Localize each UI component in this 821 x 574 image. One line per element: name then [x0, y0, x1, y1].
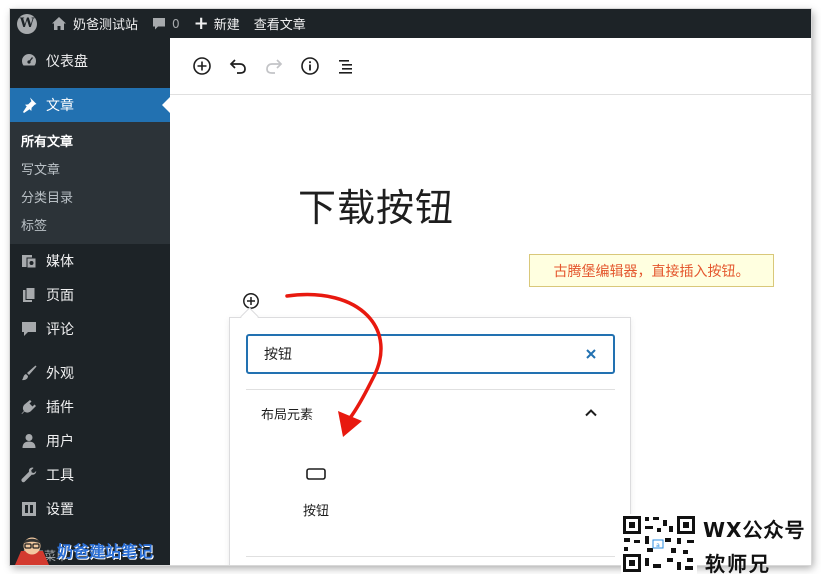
sidebar-item-label: 文章: [46, 98, 74, 114]
sidebar-item-dashboard[interactable]: 仪表盘: [10, 44, 170, 78]
editor-toolbar: [170, 38, 811, 95]
sidebar-item-label: 插件: [46, 400, 74, 416]
wordpress-icon: W: [17, 13, 37, 34]
details-button[interactable]: [292, 48, 328, 84]
view-post-label: 查看文章: [253, 18, 306, 33]
watermark-left: 奶爸建站笔记: [13, 535, 153, 565]
app-window: W 奶爸测试站 0 + 新建 查看文章 仪表盘 文章 所有文章 写文章 分类目录…: [10, 9, 811, 565]
submenu-tags[interactable]: 标签: [10, 210, 170, 238]
comment-bubble-icon: [153, 17, 166, 29]
sidebar-item-comments[interactable]: 评论: [10, 312, 170, 346]
panel-title: 布局元素: [261, 407, 314, 423]
sidebar-item-label: 用户: [46, 434, 74, 450]
info-icon: [301, 57, 319, 75]
post-title[interactable]: 下载按钮: [298, 177, 454, 232]
watermark-right-line2: 软师兄: [705, 552, 771, 574]
sidebar-item-label: 外观: [46, 366, 74, 382]
close-icon: [586, 349, 596, 359]
undo-icon: [229, 59, 246, 74]
add-block-icon: [193, 57, 211, 75]
sidebar-item-label: 仪表盘: [46, 54, 88, 70]
watermark-right-line1: WX公众号: [703, 518, 806, 542]
sidebar-item-appearance[interactable]: 外观: [10, 356, 170, 390]
plus-icon: +: [193, 12, 209, 34]
submenu-all-posts[interactable]: 所有文章: [10, 126, 170, 154]
editor-canvas: 下载按钮 古腾堡编辑器，直接插入按钮。 布局元素: [170, 95, 811, 565]
sidebar-item-label: 设置: [46, 502, 74, 518]
wrench-icon: [19, 465, 39, 485]
redo-button[interactable]: [256, 48, 292, 84]
comment-icon: [19, 319, 39, 339]
block-label: 按钮: [302, 504, 329, 519]
button-block-item[interactable]: 按钮: [268, 448, 364, 526]
admin-sidebar: 仪表盘 文章 所有文章 写文章 分类目录 标签 媒体 页面 评论 外观 插件 用…: [10, 38, 170, 565]
posts-submenu: 所有文章 写文章 分类目录 标签: [10, 122, 170, 244]
view-post-link[interactable]: 查看文章: [247, 9, 313, 38]
sidebar-item-tools[interactable]: 工具: [10, 458, 170, 492]
site-name-link[interactable]: 奶爸测试站: [44, 9, 145, 38]
new-content-link[interactable]: + 新建: [187, 9, 247, 38]
sidebar-item-media[interactable]: 媒体: [10, 244, 170, 278]
sidebar-item-pages[interactable]: 页面: [10, 278, 170, 312]
chevron-up-icon[interactable]: [581, 403, 601, 423]
outline-button[interactable]: [328, 48, 364, 84]
block-search-box: [246, 334, 615, 374]
brush-icon: [19, 363, 39, 383]
watermark-right: a WX公众号 软师兄: [621, 514, 821, 574]
divider: [246, 556, 615, 557]
admin-bar: W 奶爸测试站 0 + 新建 查看文章: [10, 9, 811, 38]
home-icon: [52, 16, 66, 30]
plugin-icon: [19, 397, 39, 417]
sidebar-item-posts[interactable]: 文章: [10, 88, 170, 122]
wordpress-logo-button[interactable]: W: [10, 9, 44, 38]
annotation-note: 古腾堡编辑器，直接插入按钮。: [529, 254, 774, 287]
clear-search-button[interactable]: [581, 344, 601, 364]
qr-code-icon: a: [621, 514, 697, 574]
comments-count: 0: [172, 16, 180, 31]
button-block-icon: [304, 462, 328, 486]
media-icon: [19, 251, 39, 271]
sidebar-item-plugins[interactable]: 插件: [10, 390, 170, 424]
sidebar-item-label: 评论: [46, 322, 74, 338]
sidebar-item-label: 媒体: [46, 254, 74, 270]
svg-text:a: a: [656, 542, 660, 549]
sidebar-item-settings[interactable]: 设置: [10, 492, 170, 526]
add-block-button[interactable]: [184, 48, 220, 84]
add-block-icon: [243, 293, 259, 309]
site-name-label: 奶爸测试站: [73, 18, 139, 33]
watermark-left-text: 奶爸建站笔记: [57, 542, 154, 561]
redo-icon: [266, 59, 283, 74]
block-inserter-popover: 布局元素 按钮: [229, 317, 631, 565]
new-label: 新建: [213, 18, 240, 33]
outline-icon: [339, 60, 352, 74]
page-icon: [19, 285, 39, 305]
block-search-input[interactable]: [264, 339, 581, 369]
sidebar-item-users[interactable]: 用户: [10, 424, 170, 458]
sidebar-item-label: 工具: [46, 468, 74, 484]
submenu-write-post[interactable]: 写文章: [10, 154, 170, 182]
layout-panel-header[interactable]: 布局元素: [246, 390, 615, 436]
user-icon: [19, 431, 39, 451]
pin-icon: [19, 95, 39, 115]
submenu-categories[interactable]: 分类目录: [10, 182, 170, 210]
settings-icon: [19, 499, 39, 519]
undo-button[interactable]: [220, 48, 256, 84]
sidebar-item-label: 页面: [46, 288, 74, 304]
dashboard-icon: [19, 51, 39, 71]
cartoon-avatar-icon: [15, 537, 49, 565]
comments-link[interactable]: 0: [145, 9, 187, 38]
